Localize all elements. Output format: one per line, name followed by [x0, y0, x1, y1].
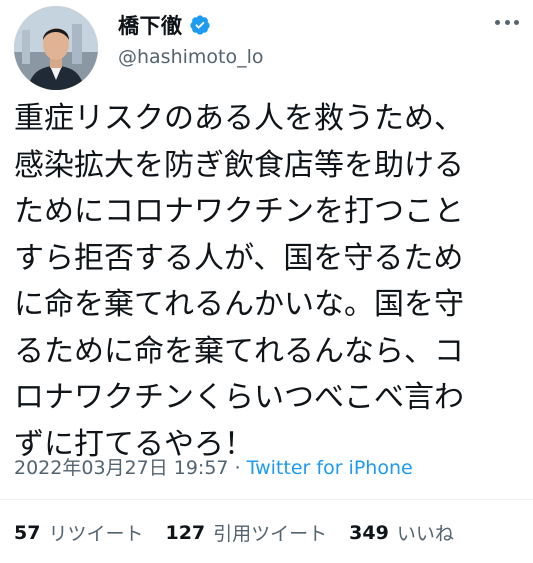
tweet-source-link[interactable]: Twitter for iPhone — [247, 457, 413, 479]
quotes-count: 127 — [165, 521, 206, 544]
user-handle[interactable]: @hashimoto_lo — [118, 46, 264, 68]
quotes-stat[interactable]: 127 引用ツイート — [165, 519, 327, 546]
likes-stat[interactable]: 349 いいね — [349, 519, 454, 546]
more-dot — [495, 19, 500, 25]
likes-count: 349 — [349, 521, 389, 544]
verified-badge-icon — [189, 15, 210, 35]
likes-label: いいね — [396, 523, 454, 545]
more-dot — [504, 19, 510, 25]
tweet-meta: 2022年03月27日 19:57 · Twitter for iPhone — [14, 453, 413, 480]
meta-separator: · — [234, 457, 241, 479]
quotes-label: 引用ツイート — [213, 523, 328, 545]
retweets-label: リツイート — [48, 523, 144, 545]
display-name[interactable]: 橋下徹 — [118, 10, 183, 40]
retweets-stat[interactable]: 57 リツイート — [14, 519, 143, 546]
tweet-text: 重症リスクのある人を救うため、 感染拡大を防ぎ飲食店等を助ける ためにコロナワク… — [14, 101, 464, 462]
tweet-stats: 57 リツイート 127 引用ツイート 349 いいね — [14, 519, 476, 546]
avatar[interactable] — [14, 6, 98, 90]
more-dot — [514, 19, 519, 25]
avatar-image — [14, 6, 98, 90]
tweet-timestamp[interactable]: 2022年03月27日 19:57 — [14, 457, 229, 479]
more-options-icon[interactable] — [495, 10, 519, 34]
divider — [0, 499, 533, 500]
tweet-header: 橋下徹 @hashimoto_lo — [0, 0, 533, 92]
name-row: 橋下徹 — [118, 10, 211, 40]
retweets-count: 57 — [14, 521, 41, 544]
